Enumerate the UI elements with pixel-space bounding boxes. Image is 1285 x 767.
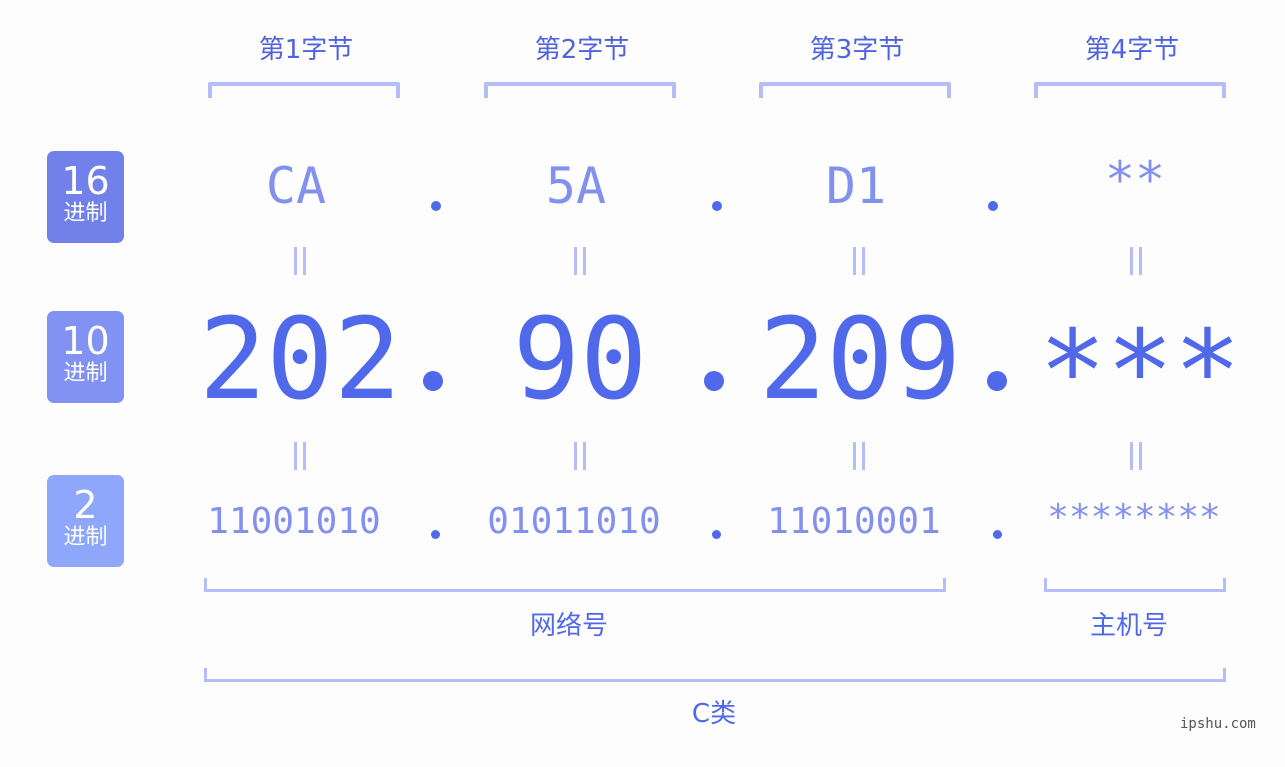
network-bracket	[204, 578, 946, 592]
hex-byte-4: **	[1104, 151, 1166, 209]
hex-byte-3: D1	[825, 157, 887, 215]
equals-icon	[570, 247, 590, 275]
dec-byte-1: 202	[198, 295, 402, 425]
byte-bracket-2	[484, 82, 676, 98]
hex-badge-number: 16	[61, 159, 110, 203]
equals-icon	[849, 442, 869, 470]
bin-separator-dot	[712, 530, 721, 539]
dec-badge-number: 10	[61, 319, 110, 363]
equals-icon	[570, 442, 590, 470]
hex-byte-2: 5A	[545, 157, 607, 215]
equals-icon	[1126, 442, 1146, 470]
equals-icon	[849, 247, 869, 275]
byte-bracket-1	[208, 82, 400, 98]
hex-badge-unit: 进制	[63, 201, 108, 226]
watermark: ipshu.com	[1180, 716, 1256, 732]
bin-separator-dot	[993, 530, 1002, 539]
byte-header-4: 第4字节	[1084, 35, 1180, 65]
byte-header-2: 第2字节	[534, 35, 630, 65]
hex-separator-dot	[431, 201, 441, 211]
byte-header-3: 第3字节	[809, 35, 905, 65]
dec-separator-dot	[987, 371, 1007, 391]
dec-byte-4: ***	[1038, 307, 1242, 437]
bin-byte-3: 11010001	[767, 501, 941, 542]
host-label: 主机号	[1089, 611, 1168, 641]
bin-separator-dot	[431, 530, 440, 539]
bin-byte-2: 01011010	[487, 501, 661, 542]
hex-separator-dot	[712, 201, 722, 211]
dec-byte-2: 90	[512, 295, 648, 425]
host-bracket	[1044, 578, 1226, 592]
bin-byte-1: 11001010	[207, 501, 381, 542]
dec-badge-unit: 进制	[63, 361, 108, 386]
equals-icon	[290, 247, 310, 275]
byte-bracket-3	[759, 82, 951, 98]
class-bracket	[204, 668, 1226, 682]
hex-badge: 16 进制	[47, 151, 124, 243]
bin-badge: 2 进制	[47, 475, 124, 567]
bin-badge-unit: 进制	[63, 525, 108, 550]
dec-separator-dot	[423, 371, 443, 391]
network-label: 网络号	[529, 611, 608, 641]
class-label: C类	[691, 699, 737, 729]
bin-byte-4: ********	[1047, 497, 1221, 538]
hex-separator-dot	[988, 201, 998, 211]
dec-byte-3: 209	[758, 295, 962, 425]
dec-badge: 10 进制	[47, 311, 124, 403]
dec-separator-dot	[704, 371, 724, 391]
equals-icon	[1126, 247, 1146, 275]
byte-bracket-4	[1034, 82, 1226, 98]
bin-badge-number: 2	[73, 483, 98, 527]
byte-header-1: 第1字节	[258, 35, 354, 65]
equals-icon	[290, 442, 310, 470]
hex-byte-1: CA	[265, 157, 327, 215]
